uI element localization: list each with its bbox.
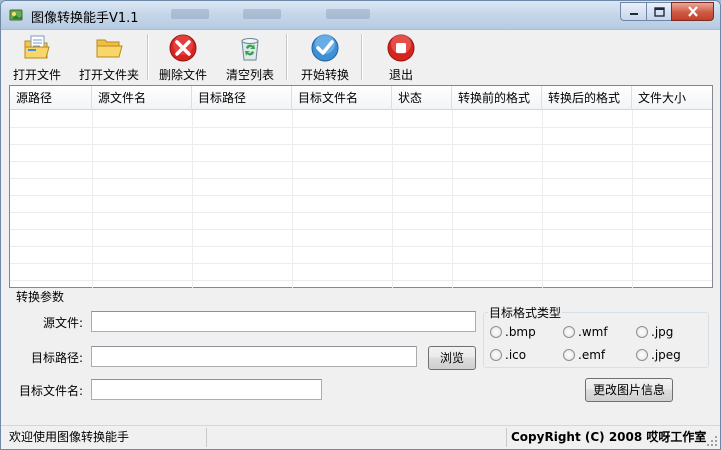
exit-label: 退出 — [388, 68, 413, 82]
radio-label: .jpg — [651, 325, 674, 339]
status-copyright: CopyRight (C) 2008 哎呀工作室 — [511, 430, 707, 444]
grid-row-line — [10, 144, 712, 145]
close-icon — [687, 6, 698, 17]
column-header-format-after[interactable]: 转换后的格式 — [542, 86, 632, 110]
column-header-target-path[interactable]: 目标路径 — [192, 86, 292, 110]
title-bar[interactable]: 图像转换能手V1.1 — [1, 1, 720, 30]
grid-row-line — [10, 178, 712, 179]
checkmark-icon — [311, 34, 339, 62]
stop-icon — [387, 34, 415, 62]
radio-format-jpeg[interactable]: .jpeg — [636, 347, 696, 363]
grid-row-line — [10, 280, 712, 281]
open-file-label: 打开文件 — [12, 68, 61, 82]
toolbar-separator — [286, 34, 288, 80]
grid-column-line — [192, 110, 193, 288]
format-group-title: 目标格式类型 — [488, 304, 563, 321]
start-convert-button[interactable]: 开始转换 — [294, 30, 356, 84]
radio-label: .emf — [578, 348, 606, 362]
params-group-title: 转换参数 — [15, 288, 66, 305]
app-icon — [9, 9, 23, 21]
file-list[interactable]: 源路径 源文件名 目标路径 目标文件名 状态 转换前的格式 转换后的格式 文件大… — [9, 85, 713, 288]
radio-label: .wmf — [578, 325, 608, 339]
target-path-label: 目标路径: — [30, 351, 83, 365]
column-header-status[interactable]: 状态 — [392, 86, 452, 110]
title-shadow-decoration — [326, 9, 370, 19]
target-path-input[interactable] — [91, 346, 417, 367]
target-filename-input[interactable] — [91, 379, 322, 400]
window-title: 图像转换能手V1.1 — [31, 11, 139, 26]
source-file-input[interactable] — [91, 311, 476, 332]
maximize-icon — [653, 6, 665, 17]
open-file-icon — [24, 35, 50, 59]
close-button[interactable] — [671, 2, 714, 21]
open-folder-label: 打开文件夹 — [78, 68, 139, 82]
toolbar: 打开文件 打开文件夹 删除文件 清空列表 开始转换 退出 — [1, 30, 720, 84]
radio-format-wmf[interactable]: .wmf — [563, 324, 623, 340]
column-header-source-path[interactable]: 源路径 — [10, 86, 92, 110]
radio-format-jpg[interactable]: .jpg — [636, 324, 696, 340]
radio-dot — [563, 326, 575, 338]
status-message: 欢迎使用图像转换能手 — [9, 428, 207, 447]
open-file-button[interactable]: 打开文件 — [7, 30, 67, 84]
grid-column-line — [292, 110, 293, 288]
minimize-icon — [629, 12, 638, 15]
grid-column-line — [632, 110, 633, 288]
exit-button[interactable]: 退出 — [371, 30, 431, 84]
title-shadow-decoration — [171, 9, 209, 19]
grid-row-line — [10, 127, 712, 128]
column-header-file-size[interactable]: 文件大小 — [632, 86, 712, 110]
grid-row-line — [10, 212, 712, 213]
radio-label: .jpeg — [651, 348, 681, 362]
grid-row-line — [10, 195, 712, 196]
browse-button[interactable]: 浏览 — [428, 346, 476, 370]
radio-dot — [636, 349, 648, 361]
delete-file-label: 删除文件 — [158, 68, 207, 82]
column-header-source-filename[interactable]: 源文件名 — [92, 86, 192, 110]
grid-row-line — [10, 263, 712, 264]
start-convert-label: 开始转换 — [300, 68, 349, 82]
column-header-format-before[interactable]: 转换前的格式 — [452, 86, 542, 110]
radio-format-ico[interactable]: .ico — [490, 347, 550, 363]
radio-format-bmp[interactable]: .bmp — [490, 324, 550, 340]
target-filename-label: 目标文件名: — [18, 384, 83, 398]
grid-row-line — [10, 161, 712, 162]
status-pane-empty — [207, 428, 507, 447]
clear-list-label: 清空列表 — [225, 68, 274, 82]
file-list-header: 源路径 源文件名 目标路径 目标文件名 状态 转换前的格式 转换后的格式 文件大… — [10, 86, 712, 110]
grid-column-line — [392, 110, 393, 288]
toolbar-separator — [361, 34, 363, 80]
minimize-button[interactable] — [620, 2, 646, 21]
open-folder-icon — [96, 39, 123, 58]
source-file-label: 源文件: — [42, 316, 83, 330]
clear-list-button[interactable]: 清空列表 — [219, 30, 281, 84]
grid-column-line — [92, 110, 93, 288]
radio-format-emf[interactable]: .emf — [563, 347, 623, 363]
grid-row-line — [10, 229, 712, 230]
radio-label: .bmp — [505, 325, 536, 339]
grid-column-line — [452, 110, 453, 288]
radio-label: .ico — [505, 348, 527, 362]
radio-dot — [490, 326, 502, 338]
recycle-bin-icon — [241, 38, 259, 61]
window-controls — [620, 2, 714, 21]
radio-dot — [636, 326, 648, 338]
conversion-params-group: 转换参数 源文件: 目标路径: 浏览 目标文件名: 目标格式类型 .bmp .w… — [9, 288, 715, 425]
column-header-target-filename[interactable]: 目标文件名 — [292, 86, 392, 110]
grid-row-line — [10, 246, 712, 247]
delete-icon — [169, 34, 197, 62]
grid-column-line — [542, 110, 543, 288]
status-bar: 欢迎使用图像转换能手 CopyRight (C) 2008 哎呀工作室 — [1, 425, 720, 449]
main-window: 图像转换能手V1.1 打开文件 打开文件夹 删除文件 清空列表 开始转换 退出 … — [0, 0, 721, 450]
open-folder-button[interactable]: 打开文件夹 — [73, 30, 145, 84]
delete-file-button[interactable]: 删除文件 — [153, 30, 213, 84]
resize-grip-icon[interactable] — [706, 435, 718, 447]
radio-dot — [490, 349, 502, 361]
modify-image-info-button[interactable]: 更改图片信息 — [585, 378, 673, 402]
title-shadow-decoration — [243, 9, 281, 19]
radio-dot — [563, 349, 575, 361]
maximize-button[interactable] — [646, 2, 671, 21]
toolbar-separator — [147, 34, 149, 80]
